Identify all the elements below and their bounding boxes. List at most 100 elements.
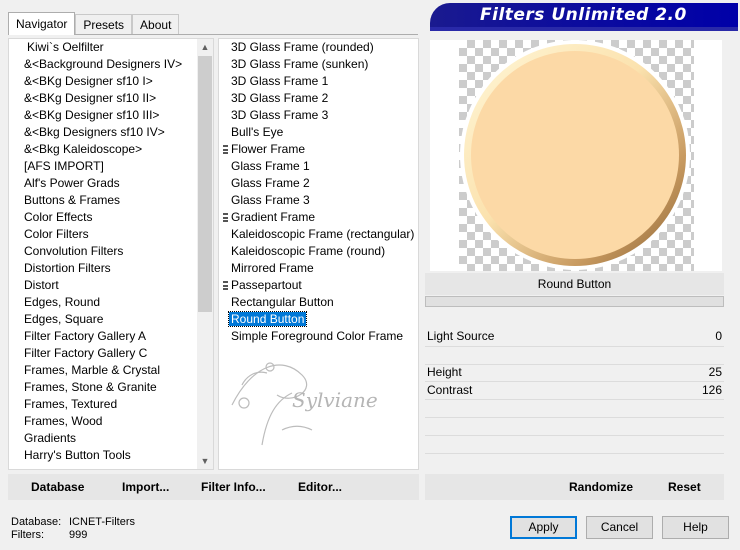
category-item[interactable]: Gradients — [9, 430, 213, 447]
watermark-logo: Sylviane — [231, 362, 378, 446]
control-height[interactable]: Height 25 — [425, 364, 724, 381]
category-item[interactable]: Frames, Marble & Crystal — [9, 362, 213, 379]
filter-item-label: 3D Glass Frame 3 — [231, 108, 329, 122]
filter-item-label: Flower Frame — [231, 142, 306, 156]
reset-button[interactable]: Reset — [668, 474, 701, 500]
filter-item[interactable]: Kaleidoscopic Frame (round) — [219, 243, 418, 260]
category-item[interactable]: &<Background Designers IV> — [9, 56, 213, 73]
filter-item-label: 3D Glass Frame (sunken) — [231, 57, 369, 71]
filter-item[interactable]: 3D Glass Frame (sunken) — [219, 56, 418, 73]
filter-item[interactable]: 3D Glass Frame 3 — [219, 107, 418, 124]
control-contrast[interactable]: Contrast 126 — [425, 382, 724, 399]
category-item[interactable]: Alf's Power Grads — [9, 175, 213, 192]
category-item[interactable]: Buttons & Frames — [9, 192, 213, 209]
category-item[interactable]: &<BKg Designer sf10 II> — [9, 90, 213, 107]
category-item[interactable]: Harry's Button Tools — [9, 447, 213, 464]
filter-item[interactable]: Passepartout — [219, 277, 418, 294]
group-marker-icon — [223, 281, 228, 290]
database-value: ICNET-Filters — [69, 516, 135, 528]
filter-item-label: 3D Glass Frame (rounded) — [231, 40, 374, 54]
editor-button[interactable]: Editor... — [298, 474, 342, 500]
tab-presets[interactable]: Presets — [75, 14, 133, 35]
group-marker-icon — [223, 213, 228, 222]
category-item[interactable]: Frames, Wood — [9, 413, 213, 430]
group-marker-icon — [223, 145, 228, 154]
filter-item-label: Gradient Frame — [231, 210, 316, 224]
category-item[interactable]: Distort — [9, 277, 213, 294]
filter-item-label: Glass Frame 1 — [231, 159, 310, 173]
current-filter-name: Round Button — [425, 273, 724, 295]
category-item[interactable]: &<BKg Designer sf10 III> — [9, 107, 213, 124]
help-button[interactable]: Help — [662, 516, 729, 539]
divider — [425, 399, 724, 400]
tab-strip: Navigator Presets About — [8, 12, 180, 35]
filter-item[interactable]: Rectangular Button — [219, 294, 418, 311]
filter-item[interactable]: Kaleidoscopic Frame (rectangular) — [219, 226, 418, 243]
category-item[interactable]: &<Bkg Kaleidoscope> — [9, 141, 213, 158]
database-label: Database: — [11, 516, 62, 528]
control-value: 25 — [708, 365, 722, 379]
category-item[interactable]: Filter Factory Gallery C — [9, 345, 213, 362]
category-item[interactable]: Convolution Filters — [9, 243, 213, 260]
scroll-down-icon[interactable]: ▼ — [197, 453, 213, 469]
filter-item[interactable]: Round Button — [219, 311, 418, 328]
filter-item-label: Simple Foreground Color Frame — [231, 329, 404, 343]
tab-navigator[interactable]: Navigator — [8, 12, 76, 35]
filter-item[interactable]: Mirrored Frame — [219, 260, 418, 277]
category-item[interactable]: Edges, Round — [9, 294, 213, 311]
category-item[interactable]: Distortion Filters — [9, 260, 213, 277]
filter-item-label: Rectangular Button — [231, 295, 334, 309]
filter-item[interactable]: Flower Frame — [219, 141, 418, 158]
control-light-source[interactable]: Light Source 0 — [425, 328, 724, 345]
parameter-button-bar: Randomize Reset — [425, 474, 724, 500]
category-item[interactable]: Edges, Square — [9, 311, 213, 328]
category-item[interactable]: &<BKg Designer sf10 I> — [9, 73, 213, 90]
randomize-button[interactable]: Randomize — [569, 474, 633, 500]
filter-item[interactable]: Gradient Frame — [219, 209, 418, 226]
divider — [425, 417, 724, 418]
filter-item-label: Round Button — [227, 311, 308, 327]
filter-item[interactable]: Glass Frame 3 — [219, 192, 418, 209]
control-label: Height — [427, 365, 462, 379]
filter-item-label: Glass Frame 2 — [231, 176, 310, 190]
filter-item[interactable]: Glass Frame 2 — [219, 175, 418, 192]
filters-count-label: Filters: — [11, 529, 44, 541]
cancel-button[interactable]: Cancel — [586, 516, 653, 539]
filter-item-label: 3D Glass Frame 1 — [231, 74, 329, 88]
filter-item[interactable]: Simple Foreground Color Frame — [219, 328, 418, 345]
control-value: 0 — [715, 329, 722, 343]
filter-item-label: Passepartout — [231, 278, 302, 292]
filter-info-button[interactable]: Filter Info... — [201, 474, 266, 500]
import-button[interactable]: Import... — [122, 474, 169, 500]
apply-button[interactable]: Apply — [510, 516, 577, 539]
category-item[interactable]: Color Effects — [9, 209, 213, 226]
watermark-text: Sylviane — [292, 388, 378, 412]
category-item[interactable]: Kiwi`s Oelfilter — [9, 39, 213, 56]
scroll-up-icon[interactable]: ▲ — [197, 39, 213, 55]
category-item[interactable]: [AFS IMPORT] — [9, 158, 213, 175]
divider — [425, 435, 724, 436]
database-button[interactable]: Database — [31, 474, 84, 500]
category-item[interactable]: &<Bkg Designers sf10 IV> — [9, 124, 213, 141]
navigator-button-bar: Database Import... Filter Info... Editor… — [8, 474, 419, 500]
scroll-thumb[interactable] — [198, 56, 212, 312]
control-label: Contrast — [427, 383, 473, 397]
preview-button-face — [471, 51, 679, 259]
filter-item[interactable]: 3D Glass Frame 2 — [219, 90, 418, 107]
round-button-preview — [460, 40, 690, 270]
category-item[interactable]: Color Filters — [9, 226, 213, 243]
filter-item[interactable]: 3D Glass Frame 1 — [219, 73, 418, 90]
app-banner: Filters Unlimited 2.0 — [430, 3, 738, 27]
category-item[interactable]: Frames, Stone & Granite — [9, 379, 213, 396]
filter-item[interactable]: Glass Frame 1 — [219, 158, 418, 175]
filters-count-value: 999 — [69, 529, 88, 541]
category-item[interactable]: Filter Factory Gallery A — [9, 328, 213, 345]
filter-item-label: Kaleidoscopic Frame (round) — [231, 244, 386, 258]
filter-item-label: 3D Glass Frame 2 — [231, 91, 329, 105]
category-list[interactable]: Kiwi`s Oelfilter &<Background Designers I… — [8, 38, 214, 470]
category-scrollbar[interactable]: ▲ ▼ — [197, 39, 213, 469]
category-item[interactable]: Frames, Textured — [9, 396, 213, 413]
filter-item[interactable]: Bull's Eye — [219, 124, 418, 141]
filter-item[interactable]: 3D Glass Frame (rounded) — [219, 39, 418, 56]
tab-about[interactable]: About — [132, 14, 180, 35]
